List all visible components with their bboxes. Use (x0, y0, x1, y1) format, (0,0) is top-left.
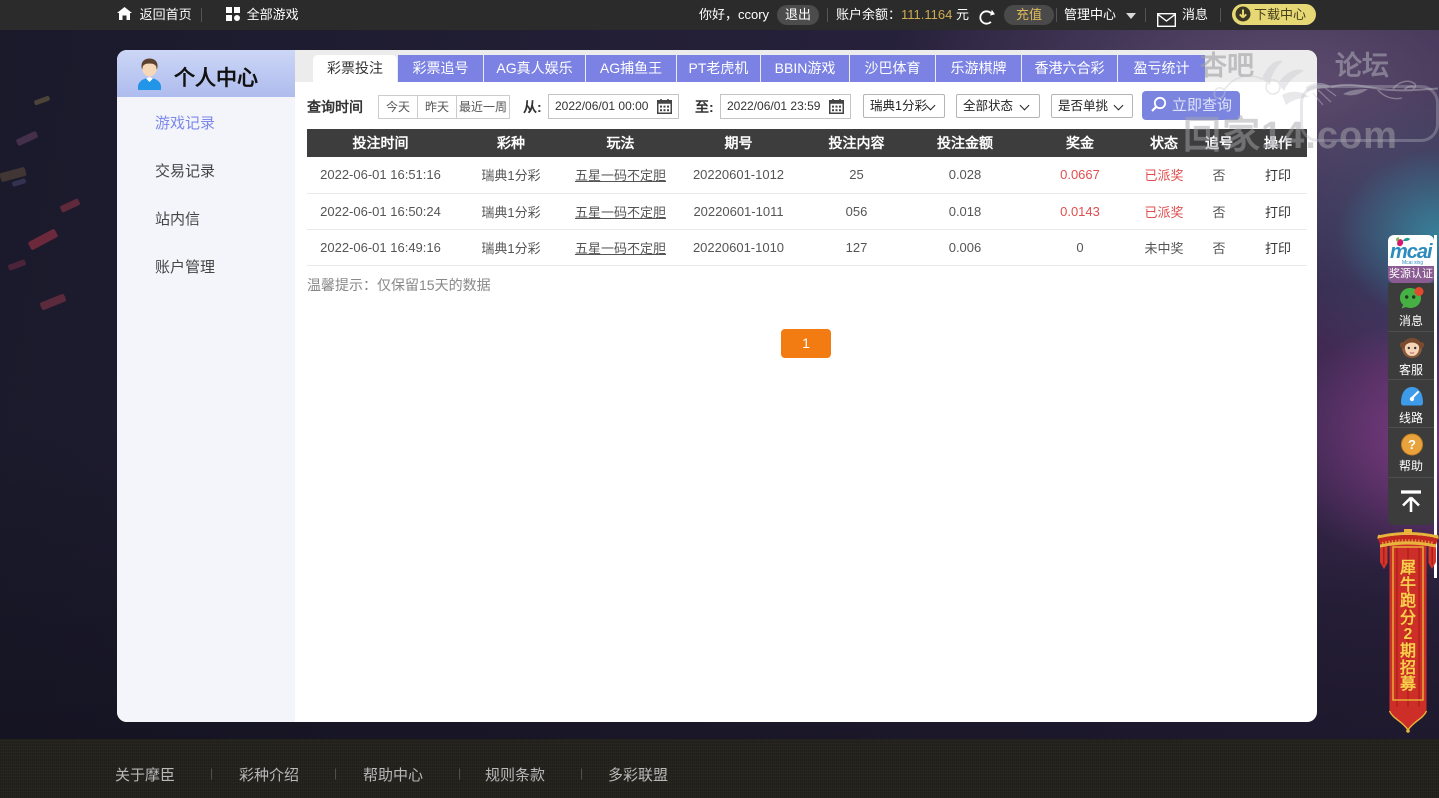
svg-text:?: ? (1408, 437, 1416, 452)
